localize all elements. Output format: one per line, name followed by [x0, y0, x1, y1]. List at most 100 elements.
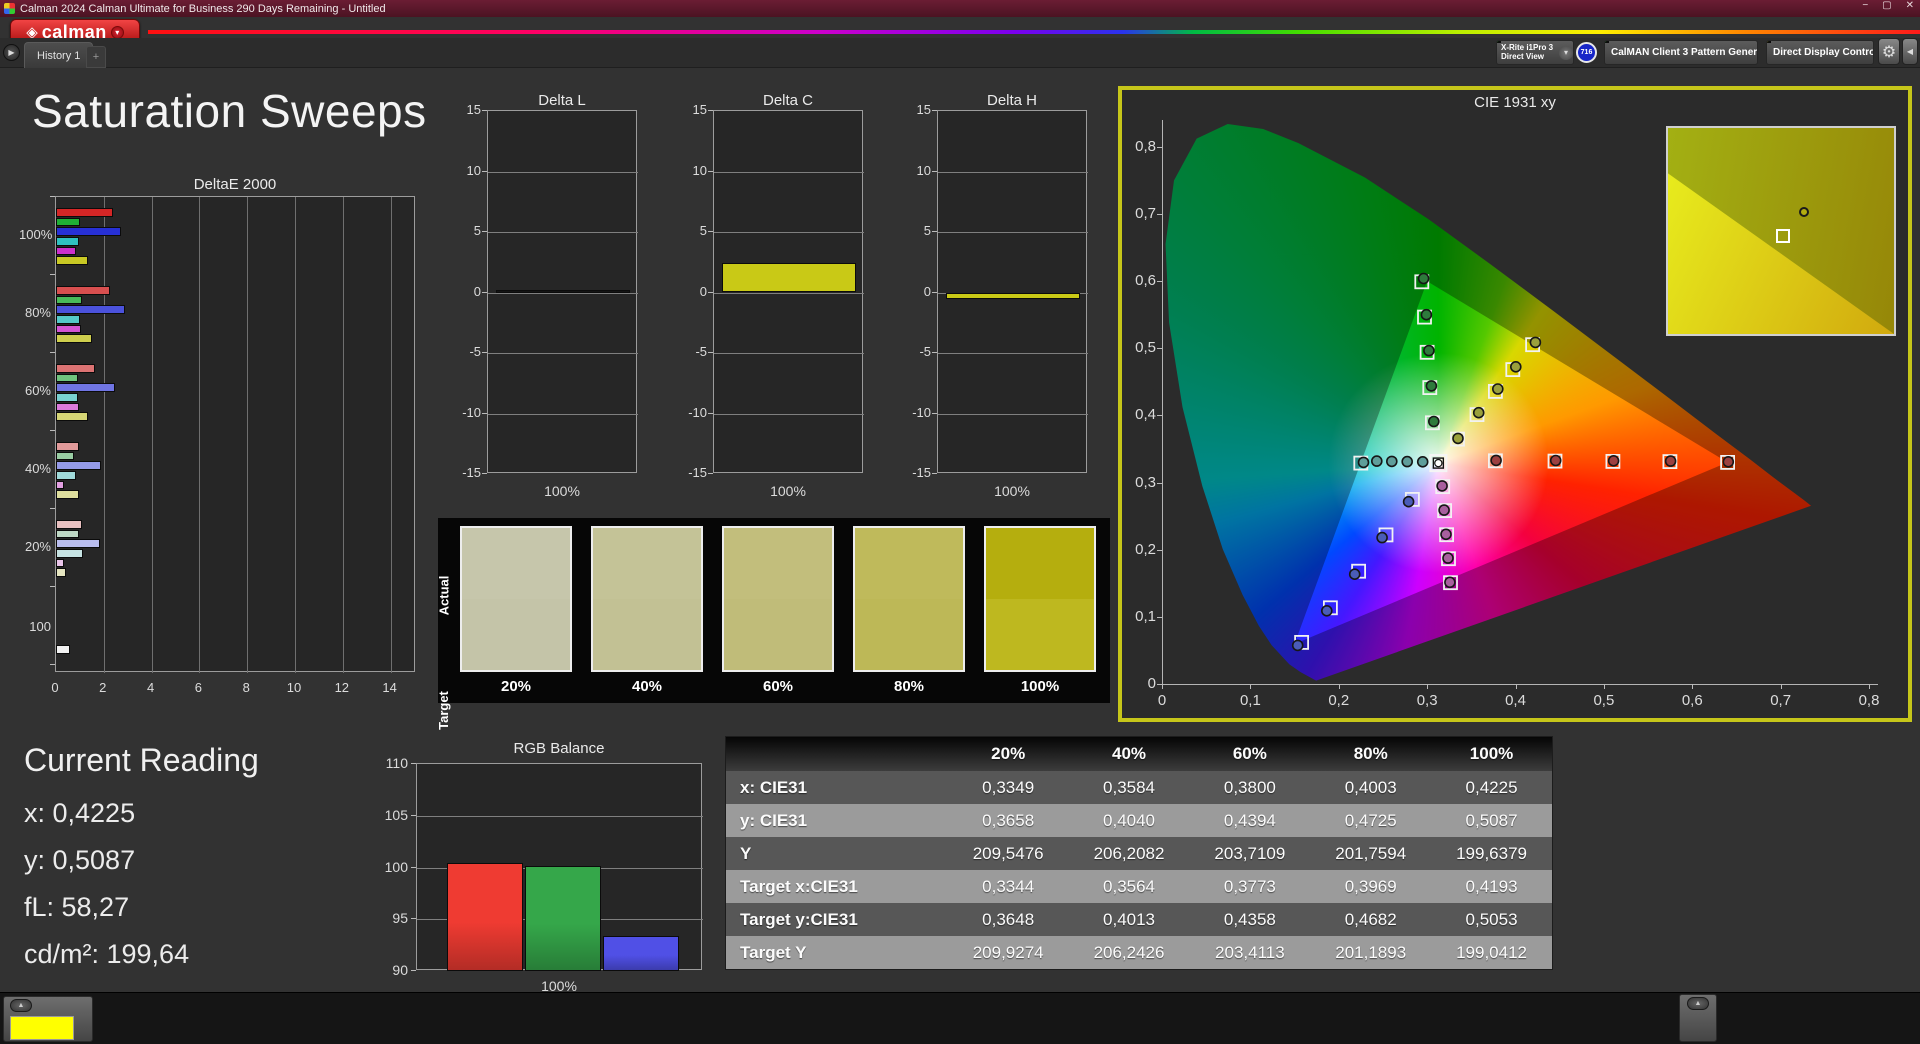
axis-tick: [1603, 684, 1605, 689]
table-cell: 0,3969: [1344, 876, 1397, 896]
table-cell: 199,0412: [1456, 942, 1527, 962]
y-axis-label: 5: [923, 223, 931, 238]
display-status-bar: [1767, 41, 1771, 43]
axis-tick: [1250, 684, 1252, 689]
axis-tick: [50, 586, 55, 587]
deltae-bar: [56, 305, 126, 315]
y-axis-label: -5: [469, 344, 481, 359]
axis-tick: [708, 110, 713, 111]
gridline: [938, 413, 1088, 415]
y-axis-label: 20%: [24, 539, 51, 554]
gridline: [938, 353, 1088, 354]
saturation-swatch: [591, 526, 703, 672]
y-axis-label: -15: [462, 465, 481, 480]
axis-tick: [1692, 684, 1694, 689]
y-axis-label: -5: [919, 344, 931, 359]
collapse-panel-button[interactable]: ◀: [1902, 38, 1918, 65]
deltae-bar: [56, 480, 65, 490]
gridline: [295, 197, 296, 673]
source-dropdown[interactable]: CalMAN Client 3 Pattern Generator ▾: [1604, 40, 1758, 65]
y-axis-label: -10: [462, 404, 481, 420]
up-arrow-icon[interactable]: ▲: [10, 999, 32, 1012]
table-row-label: Target Y: [740, 942, 807, 962]
saturation-swatch: [853, 526, 965, 672]
cie-measured-marker: [1417, 272, 1430, 285]
axis-tick: [50, 430, 55, 431]
gridline: [714, 413, 864, 415]
axis-tick: [482, 170, 487, 172]
table-header-cell: 60%: [1232, 744, 1267, 763]
gridline: [938, 171, 1088, 173]
gridline: [714, 353, 864, 354]
tab-scroll-button[interactable]: ▶: [3, 44, 20, 61]
y-axis-label: 0,2: [1135, 540, 1156, 558]
table-cell: 206,2082: [1093, 843, 1165, 863]
rgb-plot: [416, 763, 703, 971]
x-axis-label: 0,1: [1239, 692, 1261, 709]
axis-tick: [482, 352, 487, 353]
cie-1931-chart: CIE 1931 xy 0 0,1 0,2 0,3 0,4 0,5 0,6 0,7 0,8 0 0,…: [1118, 86, 1912, 722]
swatch-target: [855, 599, 963, 670]
swatch-target: [462, 599, 570, 670]
display-control-dropdown[interactable]: Direct Display Control ▾: [1766, 40, 1874, 65]
table-cell: 201,7594: [1335, 843, 1407, 863]
deltae-bar: [56, 383, 115, 393]
tab-add-button[interactable]: +: [86, 46, 106, 68]
y-axis-label: 0,6: [1135, 272, 1156, 290]
rgb-balance-chart: RGB Balance 110 105 100 95 90 100%: [370, 740, 710, 996]
swatch-target: [986, 599, 1094, 670]
swatch-label: 80%: [893, 678, 925, 695]
axis-tick: [50, 352, 55, 353]
axis-tick: [932, 352, 937, 353]
meter-count-badge[interactable]: 716: [1576, 42, 1597, 63]
axis-tick: [411, 814, 416, 816]
y-axis-label: -15: [912, 465, 931, 480]
gridline: [488, 171, 638, 173]
close-icon[interactable]: ✕: [1906, 0, 1914, 11]
y-axis-label: 5: [473, 223, 481, 238]
settings-button[interactable]: ⚙: [1878, 38, 1900, 65]
axis-tick: [411, 763, 416, 764]
up-arrow-icon[interactable]: ▲: [1687, 997, 1709, 1010]
cie-measured-marker: [1425, 380, 1438, 392]
cie-measured-marker: [1442, 552, 1454, 564]
swatch-actual: [724, 528, 832, 599]
x-axis-label: 8: [242, 680, 250, 695]
table-row-label: y: CIE31: [740, 810, 808, 830]
cie-measured-marker: [1291, 639, 1304, 652]
table-header-cell: 20%: [991, 744, 1026, 763]
meter-dropdown[interactable]: X-Rite i1Pro 3 Direct View ▾: [1496, 40, 1574, 65]
swatch-actual: [986, 528, 1094, 599]
gridline: [247, 197, 249, 673]
cie-measured-marker: [1357, 456, 1370, 469]
table-header-cell: 80%: [1353, 744, 1388, 763]
axis-tick: [932, 412, 937, 414]
x-axis-label: 0,7: [1770, 692, 1792, 709]
axis-tick: [411, 918, 416, 920]
cie-measured-marker: [1491, 383, 1504, 395]
y-axis-label: 110: [385, 755, 408, 771]
y-axis-label: 15: [916, 102, 931, 117]
y-axis-label: 0,1: [1135, 607, 1156, 625]
actual-target-swatch-panel: Actual Target 20% 40% 60% 80% 100%: [436, 518, 1110, 730]
table-cell: 0,3344: [982, 876, 1035, 896]
y-axis-label: 15: [466, 102, 481, 117]
chevron-left-icon: ◀: [1906, 47, 1914, 56]
x-axis-label: 0,8: [1858, 692, 1880, 709]
cie-measured-marker: [1549, 454, 1562, 467]
maximize-icon[interactable]: ▢: [1882, 0, 1891, 11]
app-icon: [4, 3, 15, 14]
table-cell: 201,1893: [1335, 942, 1407, 962]
deltae-bar: [56, 529, 79, 539]
table-cell: 0,4003: [1344, 777, 1397, 797]
tab-history-1[interactable]: History 1: [24, 42, 94, 68]
y-axis-label: 10: [466, 162, 481, 178]
cie-measured-marker: [1427, 415, 1440, 428]
current-patch-color: [10, 1016, 74, 1040]
saturation-swatch: [460, 526, 572, 672]
delta_l-plot: [487, 110, 638, 473]
y-axis-label: 5: [699, 223, 707, 238]
x-axis-label: 100%: [994, 483, 1030, 499]
minimize-icon[interactable]: −: [1862, 0, 1868, 11]
chevron-down-icon: ▾: [1559, 45, 1573, 60]
